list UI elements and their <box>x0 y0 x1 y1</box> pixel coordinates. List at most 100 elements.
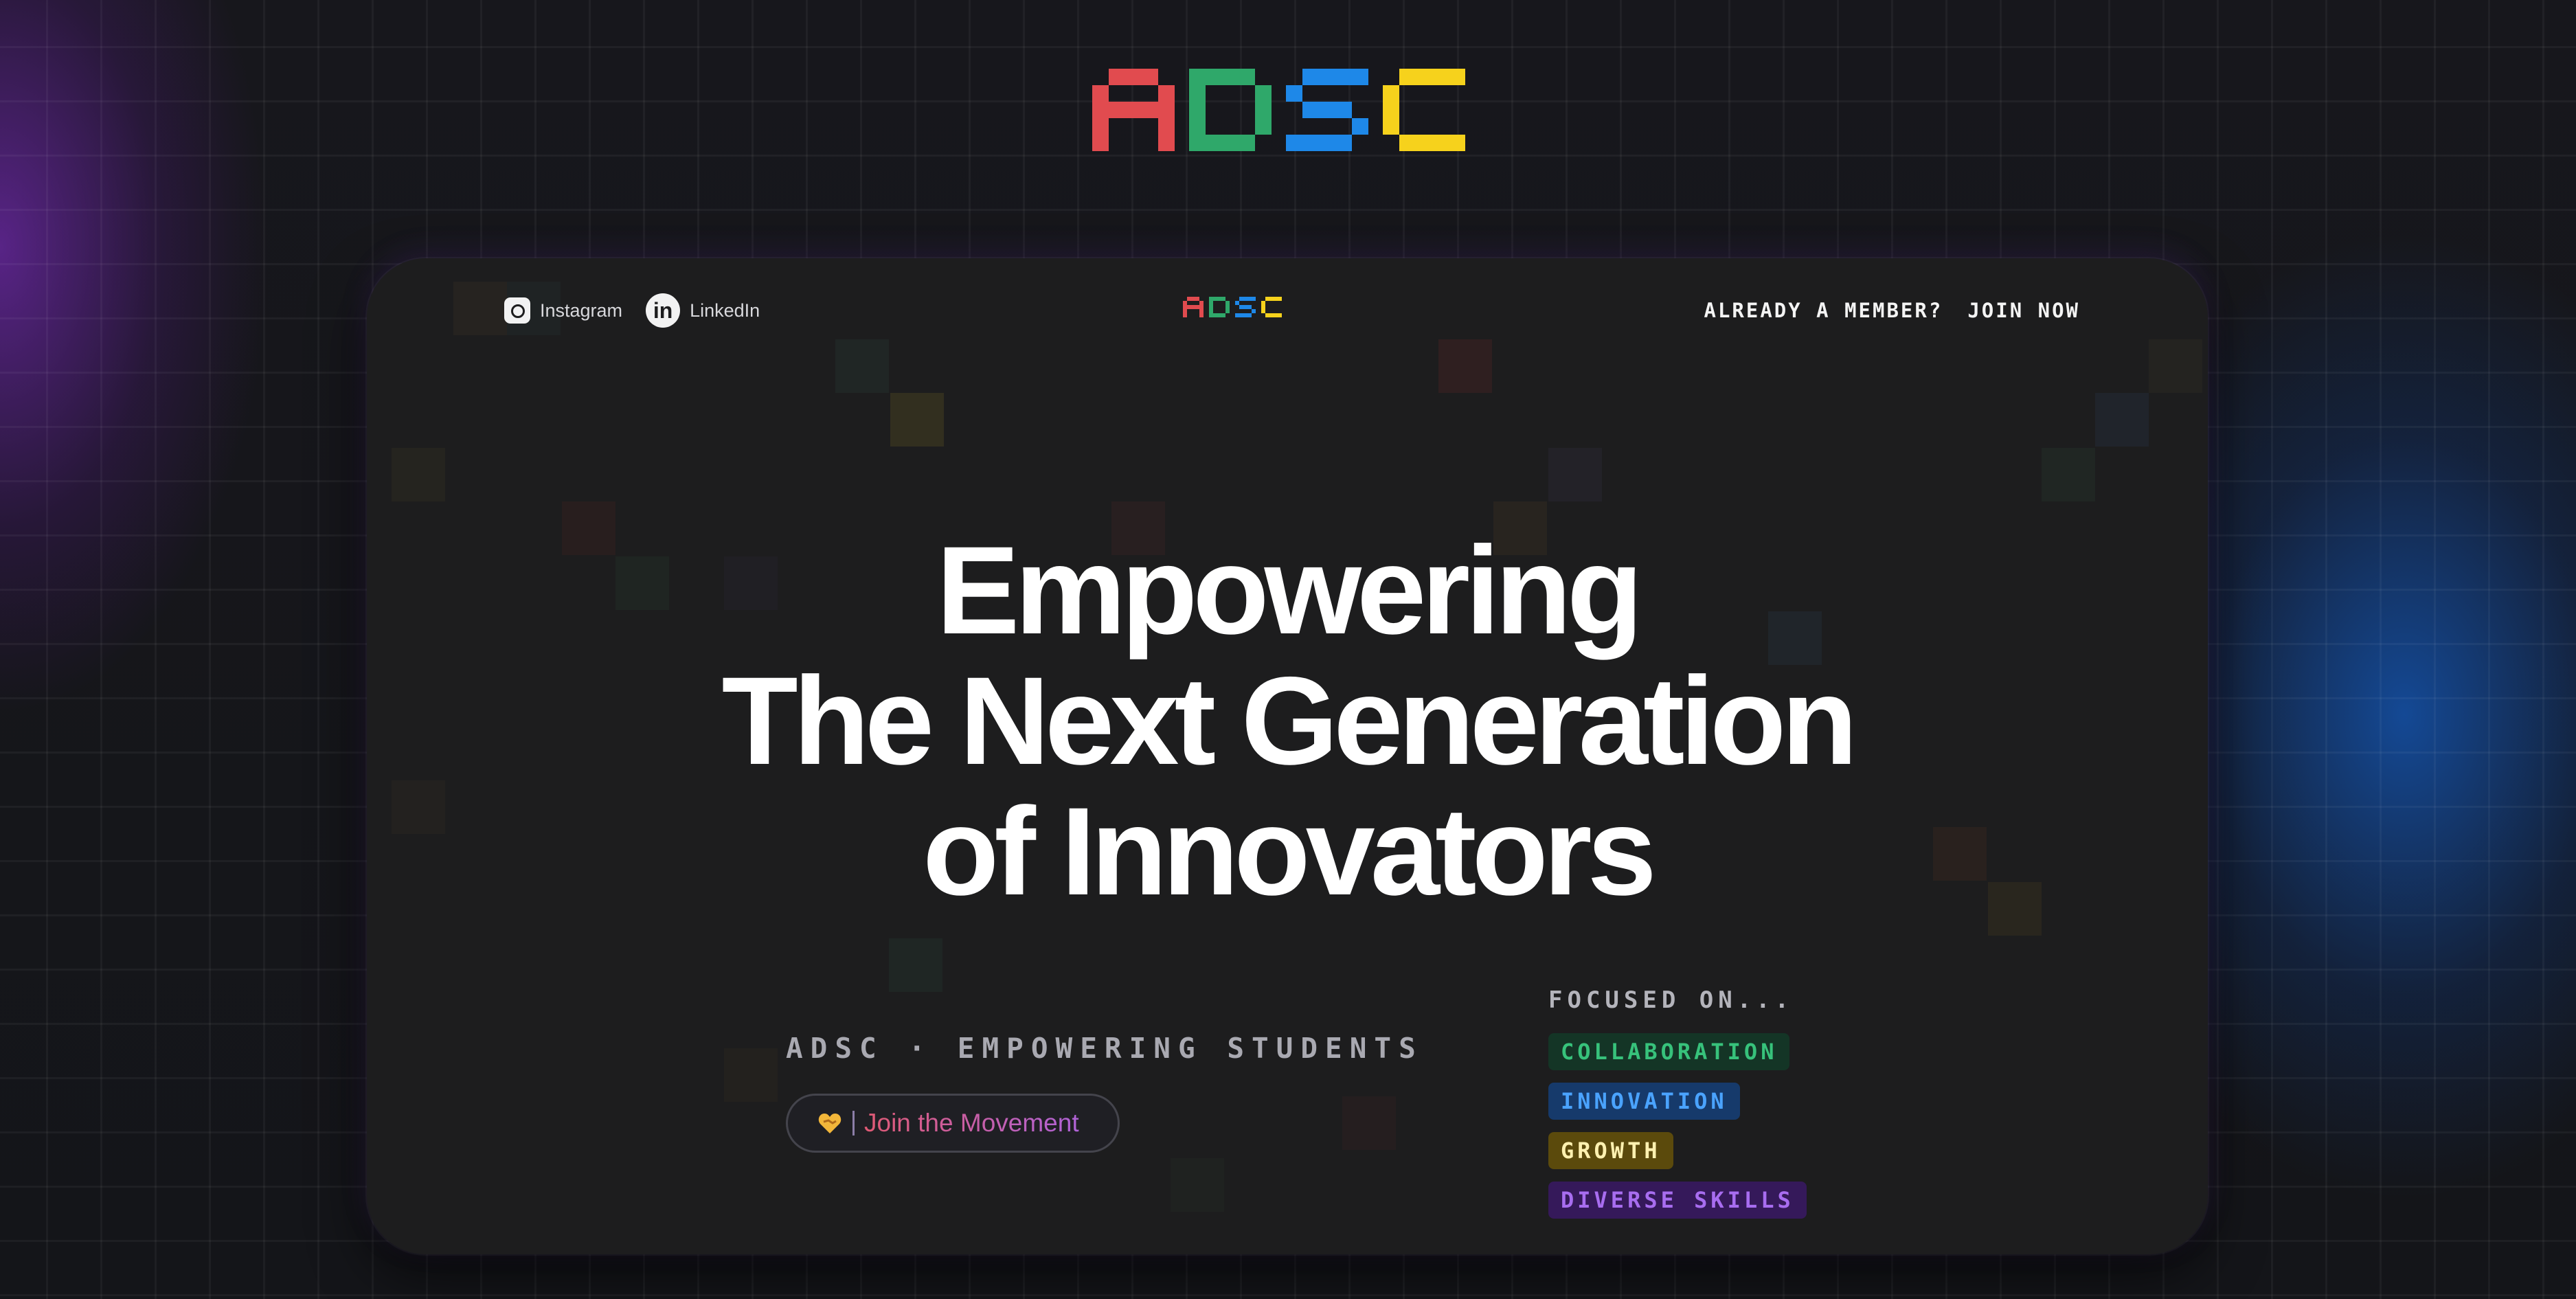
logo-pixel-a <box>1195 297 1199 301</box>
logo-pixel-a <box>1199 301 1204 305</box>
cta-divider <box>852 1111 855 1136</box>
decor-pixel <box>2149 339 2202 393</box>
logo-pixel-d <box>1213 313 1217 317</box>
logo-pixel-a <box>1191 305 1195 309</box>
decor-pixel <box>890 393 944 447</box>
logo-pixel-d <box>1213 297 1217 301</box>
logo-pixel-a <box>1125 69 1142 85</box>
focus-title: FOCUSED ON... <box>1548 986 1794 1014</box>
logo-pixel-s <box>1335 69 1352 85</box>
top-logo <box>1050 48 1526 185</box>
instagram-icon <box>504 297 530 324</box>
decor-pixel <box>392 448 445 501</box>
logo-pixel-s <box>1286 135 1302 151</box>
logo-pixel-s <box>1247 297 1252 301</box>
logo-pixel-a <box>1158 118 1175 135</box>
hero-line-3: of Innovators <box>923 781 1657 921</box>
logo-pixel-s <box>1302 69 1319 85</box>
logo-pixel-c <box>1261 301 1265 305</box>
logo-pixel-d <box>1189 135 1206 151</box>
decor-pixel <box>889 938 942 992</box>
logo-pixel-d <box>1221 297 1225 301</box>
logo-pixel-s <box>1247 313 1252 317</box>
logo-pixel-s <box>1252 309 1256 313</box>
logo-pixel-d <box>1209 309 1213 313</box>
logo-pixel-d <box>1209 305 1213 309</box>
logo-pixel-c <box>1399 69 1416 85</box>
linkedin-label: LinkedIn <box>690 300 760 321</box>
decor-pixel <box>2095 393 2149 447</box>
adsc-small-logo <box>1183 297 1282 317</box>
decor-pixel <box>2042 448 2095 501</box>
logo-pixel-a <box>1191 297 1195 301</box>
logo-pixel-d <box>1209 301 1213 305</box>
logo-pixel-a <box>1092 135 1109 151</box>
logo-pixel-c <box>1278 313 1282 317</box>
logo-pixel-s <box>1252 297 1256 301</box>
logo-pixel-a <box>1092 102 1109 118</box>
logo-pixel-a <box>1187 297 1191 301</box>
logo-pixel-a <box>1092 118 1109 135</box>
logo-pixel-s <box>1243 297 1247 301</box>
already-member-link[interactable]: ALREADY A MEMBER? <box>1704 299 1943 322</box>
logo-pixel-d <box>1217 297 1221 301</box>
logo-pixel-d <box>1239 135 1255 151</box>
logo-pixel-d <box>1189 118 1206 135</box>
logo-pixel-c <box>1383 85 1399 102</box>
logo-pixel-s <box>1352 69 1368 85</box>
logo-pixel-a <box>1199 305 1204 309</box>
logo-pixel-a <box>1092 85 1109 102</box>
logo-pixel-d <box>1217 313 1221 317</box>
hero-heading: Empowering The Next Generation of Innova… <box>367 525 2208 916</box>
logo-pixel-s <box>1239 313 1243 317</box>
logo-pixel-s <box>1235 313 1239 317</box>
logo-pixel-c <box>1265 313 1269 317</box>
logo-pixel-a <box>1183 305 1187 309</box>
logo-pixel-d <box>1225 301 1230 305</box>
tag-collaboration: COLLABORATION <box>1548 1033 1790 1070</box>
logo-pixel-c <box>1416 135 1432 151</box>
logo-pixel-d <box>1255 118 1272 135</box>
logo-pixel-s <box>1247 305 1252 309</box>
social-links: Instagram in LinkedIn <box>504 276 760 345</box>
logo-pixel-a <box>1199 313 1204 317</box>
logo-pixel-a <box>1158 85 1175 102</box>
logo-pixel-d <box>1222 69 1239 85</box>
logo-pixel-a <box>1195 305 1199 309</box>
linkedin-link[interactable]: in LinkedIn <box>646 293 760 328</box>
logo-pixel-s <box>1319 69 1335 85</box>
logo-pixel-s <box>1319 135 1335 151</box>
logo-pixel-a <box>1125 102 1142 118</box>
join-now-link[interactable]: JOIN NOW <box>1967 299 2080 322</box>
decor-pixel <box>453 282 507 335</box>
logo-pixel-c <box>1383 102 1399 118</box>
logo-pixel-c <box>1432 135 1449 151</box>
instagram-link[interactable]: Instagram <box>504 297 622 324</box>
hero-line-2: The Next Generation <box>721 651 1858 791</box>
logo-pixel-s <box>1235 301 1239 305</box>
decor-pixel <box>1342 1096 1396 1150</box>
logo-pixel-d <box>1189 85 1206 102</box>
logo-pixel-c <box>1278 297 1282 301</box>
nav-logo[interactable] <box>1180 282 1296 337</box>
logo-pixel-d <box>1255 102 1272 118</box>
logo-pixel-s <box>1319 102 1335 118</box>
join-movement-button[interactable]: Join the Movement <box>786 1094 1120 1153</box>
logo-pixel-d <box>1239 69 1255 85</box>
tag-innovation: INNOVATION <box>1548 1083 1740 1120</box>
logo-pixel-c <box>1416 69 1432 85</box>
logo-pixel-s <box>1243 313 1247 317</box>
logo-pixel-c <box>1261 305 1265 309</box>
adsc-pixel-logo <box>1092 69 1465 151</box>
logo-pixel-s <box>1335 102 1352 118</box>
logo-pixel-c <box>1449 135 1465 151</box>
logo-pixel-c <box>1399 135 1416 151</box>
logo-pixel-s <box>1302 135 1319 151</box>
logo-pixel-d <box>1206 69 1222 85</box>
logo-pixel-s <box>1302 102 1319 118</box>
logo-pixel-c <box>1269 313 1274 317</box>
decor-pixel <box>1548 448 1602 501</box>
logo-pixel-a <box>1109 69 1125 85</box>
logo-pixel-c <box>1274 297 1278 301</box>
logo-pixel-c <box>1432 69 1449 85</box>
